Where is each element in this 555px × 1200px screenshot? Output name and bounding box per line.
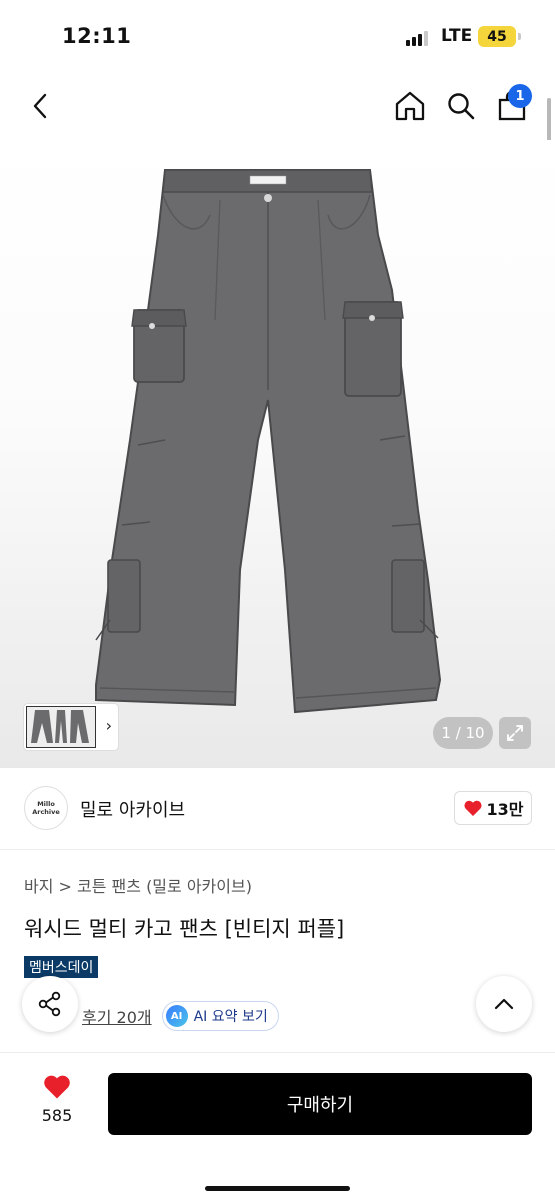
expand-icon[interactable]: [499, 717, 531, 749]
brand-logo[interactable]: Millo Archive: [24, 786, 68, 830]
heart-icon: [44, 1075, 70, 1099]
ai-summary-label: AI 요약 보기: [193, 1009, 268, 1025]
share-icon: [38, 991, 61, 1017]
members-day-badge: 멤버스데이: [24, 956, 99, 978]
search-icon[interactable]: [443, 88, 479, 124]
brand-name[interactable]: 밀로 아카이브: [80, 796, 185, 822]
product-image-gallery[interactable]: [0, 140, 555, 768]
brand-like-count: 13만: [486, 800, 524, 819]
chevron-right-icon[interactable]: ›: [106, 716, 112, 735]
wishlist-count: 585: [41, 1106, 73, 1125]
battery-tip: [518, 33, 521, 40]
brand-like-button[interactable]: 13만: [454, 791, 532, 825]
product-title: 워시드 멀티 카고 팬츠 [빈티지 퍼플]: [24, 917, 345, 941]
signal-icon: [406, 30, 432, 46]
review-link[interactable]: 후기 20개: [82, 1004, 152, 1028]
top-navigation: [0, 72, 555, 140]
thumbnail-image[interactable]: [26, 706, 96, 748]
wishlist-button[interactable]: 585: [28, 1073, 86, 1125]
cargo-pants-image: [95, 169, 442, 714]
share-button[interactable]: [22, 976, 78, 1032]
home-indicator: [205, 1186, 350, 1191]
status-time: 12:11: [62, 24, 132, 48]
status-bar: 12:11 LTE 45: [0, 0, 555, 72]
bottom-action-bar: 585 구매하기: [0, 1052, 555, 1200]
brand-row[interactable]: Millo Archive 밀로 아카이브 13만: [0, 768, 555, 850]
scroll-top-button[interactable]: [476, 976, 532, 1032]
home-icon[interactable]: [392, 88, 428, 124]
chevron-up-icon: [494, 998, 514, 1010]
cart-count-badge: 1: [508, 84, 532, 108]
back-icon[interactable]: [22, 88, 58, 124]
buy-button[interactable]: 구매하기: [108, 1073, 532, 1135]
battery-icon: 45: [478, 26, 516, 47]
thumbnail-strip[interactable]: ›: [24, 704, 118, 750]
image-counter: 1 / 10: [433, 717, 493, 749]
breadcrumb[interactable]: 바지 > 코튼 팬츠 (밀로 아카이브): [24, 873, 252, 897]
ai-summary-button[interactable]: AI AI 요약 보기: [161, 1001, 279, 1031]
network-label: LTE: [441, 26, 473, 46]
heart-icon: [463, 800, 482, 816]
ai-icon: AI: [165, 1005, 188, 1027]
